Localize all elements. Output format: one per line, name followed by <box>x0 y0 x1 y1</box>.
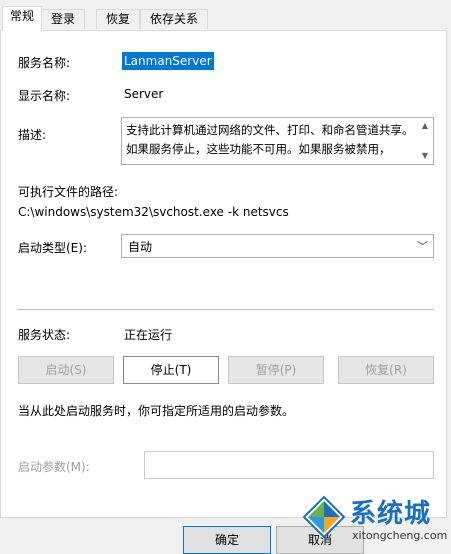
tab-strip: 常规 登录 恢复 依存关系 <box>0 0 451 31</box>
description-label: 描述: <box>18 128 47 142</box>
service-status-value: 正在运行 <box>124 328 173 342</box>
start-button[interactable]: 启动(S) <box>18 356 114 384</box>
stop-button[interactable]: 停止(T) <box>123 356 219 384</box>
scroll-up-icon[interactable]: ▲ <box>417 119 433 133</box>
description-box[interactable]: 支持此计算机通过网络的文件、打印、和命名管道共享。如果服务停止，这些功能不可用。… <box>121 117 434 165</box>
tab-logon[interactable]: 登录 <box>41 9 85 29</box>
start-params-input[interactable] <box>144 451 434 479</box>
startup-type-label: 启动类型(E): <box>18 241 87 255</box>
display-name-label: 显示名称: <box>18 89 71 103</box>
watermark: 系统城 xitongcheng.com <box>300 493 451 548</box>
description-scrollbar[interactable]: ▲ ▼ <box>417 118 433 164</box>
divider <box>18 309 434 310</box>
start-params-label: 启动参数(M): <box>18 460 90 474</box>
windows-logo-icon <box>302 495 346 539</box>
service-name-value[interactable]: LanmanServer <box>122 52 214 70</box>
startup-type-select[interactable]: 自动 ﹀ <box>121 234 434 258</box>
start-params-hint: 当从此处启动服务时，你可指定所适用的启动参数。 <box>18 404 295 418</box>
description-text: 支持此计算机通过网络的文件、打印、和命名管道共享。如果服务停止，这些功能不可用。… <box>126 123 414 156</box>
tab-dependencies[interactable]: 依存关系 <box>140 9 208 29</box>
pause-button[interactable]: 暂停(P) <box>228 356 324 384</box>
tab-general[interactable]: 常规 <box>2 6 42 31</box>
resume-button[interactable]: 恢复(R) <box>338 356 434 384</box>
ok-button[interactable]: 确定 <box>183 526 271 554</box>
exe-path-value[interactable]: C:\windows\system32\svchost.exe -k netsv… <box>18 205 289 219</box>
exe-path-label: 可执行文件的路径: <box>18 185 119 199</box>
scroll-down-icon[interactable]: ▼ <box>417 149 433 163</box>
watermark-url: xitongcheng.com <box>352 529 448 542</box>
display-name-value[interactable]: Server <box>124 87 163 101</box>
service-name-label: 服务名称: <box>18 56 71 70</box>
startup-type-value: 自动 <box>128 240 153 254</box>
watermark-brand: 系统城 <box>350 499 432 529</box>
chevron-down-icon: ﹀ <box>417 240 428 253</box>
service-status-label: 服务状态: <box>18 328 71 342</box>
tab-recovery[interactable]: 恢复 <box>96 9 140 29</box>
